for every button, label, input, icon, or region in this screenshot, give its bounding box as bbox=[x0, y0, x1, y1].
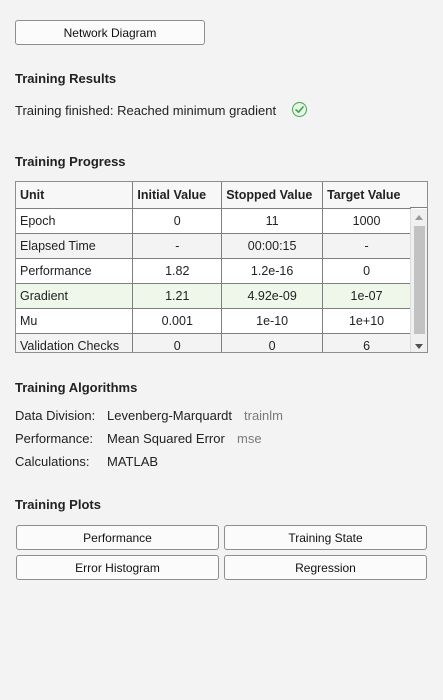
cell-initial: 0.001 bbox=[132, 308, 223, 334]
scrollbar-thumb[interactable] bbox=[414, 226, 425, 334]
cell-stopped: 0 bbox=[221, 333, 324, 352]
table-scrollbar[interactable] bbox=[410, 209, 427, 352]
table-row: Performance 1.82 1.2e-16 0 bbox=[16, 258, 411, 284]
performance-plot-button[interactable]: Performance bbox=[16, 525, 219, 550]
cell-unit: Validation Checks bbox=[16, 333, 134, 352]
cell-target: - bbox=[322, 233, 411, 259]
cell-unit: Performance bbox=[16, 258, 134, 284]
table-row: Gradient 1.21 4.92e-09 1e-07 bbox=[16, 283, 411, 309]
column-header-stopped-value[interactable]: Stopped Value bbox=[221, 182, 324, 209]
cell-target: 1e+10 bbox=[322, 308, 411, 334]
column-header-target-value[interactable]: Target Value bbox=[322, 182, 411, 209]
performance-label: Performance: bbox=[15, 431, 94, 446]
cell-stopped: 11 bbox=[221, 208, 324, 234]
table-header-corner bbox=[410, 182, 427, 208]
calculations-value: MATLAB bbox=[107, 454, 159, 469]
scroll-up-arrow-icon[interactable] bbox=[415, 215, 423, 220]
cell-initial: 0 bbox=[132, 333, 223, 352]
performance-value: Mean Squared Error bbox=[107, 431, 225, 446]
check-circle-icon bbox=[292, 102, 307, 117]
regression-plot-button[interactable]: Regression bbox=[224, 555, 427, 580]
performance-code: mse bbox=[237, 431, 262, 446]
table-row: Epoch 0 11 1000 bbox=[16, 208, 411, 234]
cell-stopped: 1e-10 bbox=[221, 308, 324, 334]
cell-initial: 0 bbox=[132, 208, 223, 234]
cell-target: 0 bbox=[322, 258, 411, 284]
column-header-unit[interactable]: Unit bbox=[16, 182, 134, 209]
cell-target: 1000 bbox=[322, 208, 411, 234]
cell-initial: 1.21 bbox=[132, 283, 223, 309]
cell-stopped: 00:00:15 bbox=[221, 233, 324, 259]
training-state-plot-button[interactable]: Training State bbox=[224, 525, 427, 550]
data-division-value: Levenberg-Marquardt bbox=[107, 408, 233, 423]
table-row: Elapsed Time - 00:00:15 - bbox=[16, 233, 411, 259]
cell-stopped: 4.92e-09 bbox=[221, 283, 324, 309]
cell-target: 1e-07 bbox=[322, 283, 411, 309]
network-diagram-button[interactable]: Network Diagram bbox=[15, 20, 205, 45]
cell-initial: - bbox=[132, 233, 223, 259]
column-header-initial-value[interactable]: Initial Value bbox=[132, 182, 223, 209]
training-algorithms-heading: Training Algorithms bbox=[15, 380, 138, 395]
cell-unit: Gradient bbox=[16, 283, 134, 309]
cell-unit: Elapsed Time bbox=[16, 233, 134, 259]
training-progress-heading: Training Progress bbox=[15, 154, 126, 169]
training-progress-table: Unit Initial Value Stopped Value Target … bbox=[15, 181, 428, 353]
training-status-text: Training finished: Reached minimum gradi… bbox=[15, 103, 277, 118]
cell-stopped: 1.2e-16 bbox=[221, 258, 324, 284]
training-results-heading: Training Results bbox=[15, 71, 117, 86]
data-division-label: Data Division: bbox=[15, 408, 96, 423]
cell-initial: 1.82 bbox=[132, 258, 223, 284]
cell-target: 6 bbox=[322, 333, 411, 352]
data-division-code: trainlm bbox=[244, 408, 284, 423]
table-row: Validation Checks 0 0 6 bbox=[16, 333, 411, 352]
cell-unit: Epoch bbox=[16, 208, 134, 234]
cell-unit: Mu bbox=[16, 308, 134, 334]
error-histogram-plot-button[interactable]: Error Histogram bbox=[16, 555, 219, 580]
scroll-down-arrow-icon[interactable] bbox=[415, 344, 423, 349]
table-row: Mu 0.001 1e-10 1e+10 bbox=[16, 308, 411, 334]
calculations-label: Calculations: bbox=[15, 454, 90, 469]
training-plots-heading: Training Plots bbox=[15, 497, 101, 512]
